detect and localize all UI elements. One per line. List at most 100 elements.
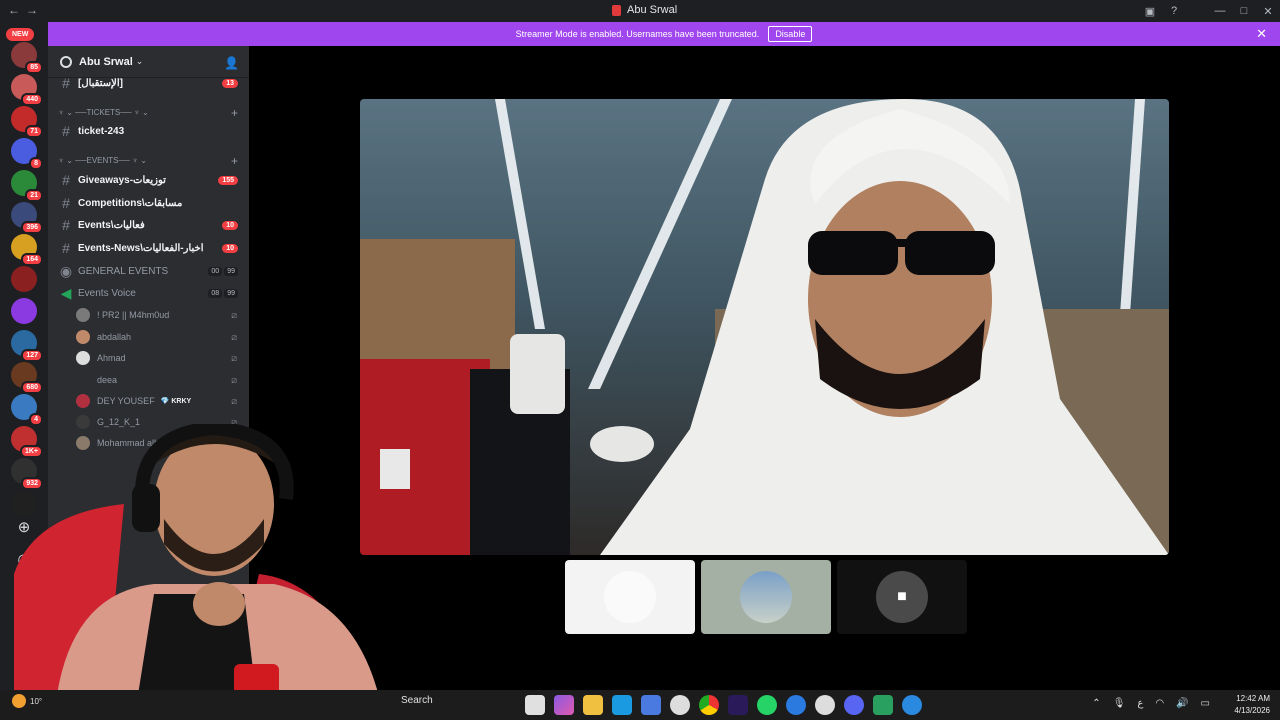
channel-competitions[interactable]: # Competitions\مسابقات [48, 192, 249, 214]
chevron-down-icon: ⌄ [135, 56, 144, 66]
avatar [740, 571, 792, 623]
whatsapp-icon[interactable] [757, 695, 777, 715]
title-bar: ←→ Abu Srwal ▣ ? — □ ✕ [0, 0, 1280, 22]
system-tray: ⌃ 🎙 ع ◠ 🔊 ▭ [1092, 698, 1210, 709]
server-icon[interactable]: 4 [11, 394, 43, 426]
server-icon[interactable]: 21 [11, 170, 43, 202]
voice-user[interactable]: ! PR2 || M4hm0ud ⧄ [76, 305, 248, 325]
close-button[interactable]: ✕ [1256, 5, 1280, 18]
app-icon[interactable] [902, 695, 922, 715]
text-channel-icon: # [62, 123, 70, 139]
music-icon[interactable] [815, 695, 835, 715]
voice-stage: ■ [249, 46, 1280, 690]
streamer-mode-banner: Streamer Mode is enabled. Usernames have… [48, 22, 1280, 46]
channel-general-events[interactable]: ◉ GENERAL EVENTS 00 99 [48, 260, 249, 282]
voice-user[interactable]: deea ⧄ [76, 370, 248, 390]
window-title: Abu Srwal [612, 4, 677, 16]
channel-ticket[interactable]: # ticket-243 [48, 120, 249, 142]
server-icon[interactable] [11, 266, 37, 292]
app-icon[interactable] [786, 695, 806, 715]
muted-mic-icon: ⧄ [231, 395, 237, 406]
server-icon[interactable]: 8 [11, 138, 43, 170]
taskbar: 10° Search ⌃ 🎙 ع ◠ 🔊 ▭ 12:42 AM 4/13/202… [0, 690, 1280, 720]
participant-tile[interactable] [701, 560, 831, 634]
inbox-icon[interactable]: ▣ [1138, 5, 1162, 18]
webcam-frame [14, 424, 384, 720]
server-avatar-icon [60, 55, 72, 68]
voice-user[interactable]: DEY YOUSEF 💎 KRKY ⧄ [76, 391, 248, 411]
server-icon[interactable]: 127 [11, 330, 43, 362]
add-channel-icon[interactable]: + [231, 106, 238, 120]
participant-tile[interactable]: ■ [837, 560, 967, 634]
store-icon[interactable] [641, 695, 661, 715]
text-channel-icon: # [62, 217, 70, 233]
server-icon[interactable]: 164 [11, 234, 43, 266]
voice-user[interactable]: Ahmad ⧄ [76, 348, 248, 368]
avatar [76, 373, 90, 387]
mic-icon[interactable]: 🎙 [1113, 698, 1126, 709]
voice-user[interactable]: abdallah ⧄ [76, 327, 248, 347]
weather-icon [12, 694, 26, 708]
weather-widget[interactable]: 10° [12, 694, 42, 708]
text-channel-icon: # [62, 195, 70, 211]
server-icon[interactable]: 396 [11, 202, 43, 234]
video-frame [360, 99, 1169, 555]
new-badge: NEW [6, 28, 35, 41]
camera-icon: ■ [876, 571, 928, 623]
invite-icon[interactable]: 👤 [224, 56, 239, 70]
category-events[interactable]: ♆ ⌄ ── EVENTS ── ♆ ⌄ + [58, 154, 248, 168]
chrome-icon[interactable] [699, 695, 719, 715]
avatar [76, 394, 90, 408]
channel-events-voice[interactable]: ◀ Events Voice 08 99 [48, 282, 249, 304]
channel-welcome[interactable]: # [الإستقبال] 13 [48, 72, 249, 94]
language-icon[interactable]: ع [1137, 698, 1143, 709]
maximize-button[interactable]: □ [1232, 5, 1256, 17]
edge-icon[interactable] [612, 695, 632, 715]
voice-channel-icon: ◀ [60, 284, 72, 301]
muted-mic-icon: ⧄ [231, 331, 237, 342]
channel-events-news[interactable]: # Events-News\أخبار-الفعاليات 10 [48, 237, 249, 259]
text-channel-icon: # [62, 172, 70, 188]
avatar [76, 308, 90, 322]
channel-events[interactable]: # Events\فعاليات 10 [48, 214, 249, 236]
disable-button[interactable]: Disable [768, 26, 813, 42]
clock[interactable]: 12:42 AM 4/13/2026 [1234, 693, 1270, 717]
premiere-icon[interactable] [728, 695, 748, 715]
user-tag: 💎 KRKY [160, 398, 192, 405]
search-box[interactable]: Search [401, 695, 433, 706]
avatar [76, 351, 90, 365]
category-tickets[interactable]: ♆ ⌄ ── TICKETS ── ♆ ⌄ + [58, 106, 248, 120]
main-video-feed[interactable] [360, 99, 1169, 555]
close-banner-icon[interactable]: ✕ [1256, 26, 1267, 42]
muted-mic-icon: ⧄ [231, 309, 237, 320]
announcement-channel-icon: # [62, 240, 70, 256]
file-explorer-icon[interactable] [583, 695, 603, 715]
server-icon[interactable]: 440 [11, 74, 43, 106]
app-icon [612, 4, 621, 16]
stage-channel-icon: ◉ [59, 262, 73, 279]
task-view-icon[interactable] [525, 695, 545, 715]
taskbar-apps [525, 695, 922, 715]
help-icon[interactable]: ? [1162, 5, 1186, 17]
channel-giveaways[interactable]: # Giveaways-توزيعات 155 [48, 169, 249, 191]
volume-icon[interactable]: 🔊 [1176, 698, 1188, 709]
server-icon[interactable] [11, 298, 37, 324]
participant-tile[interactable] [565, 560, 695, 634]
chevron-up-icon[interactable]: ⌃ [1092, 698, 1100, 709]
battery-icon[interactable]: ▭ [1201, 698, 1210, 709]
nav-arrows[interactable]: ←→ [8, 3, 44, 17]
app-icon[interactable] [670, 695, 690, 715]
text-channel-icon: # [62, 75, 70, 91]
server-icon[interactable]: 85 [11, 42, 43, 74]
avatar [76, 330, 90, 344]
server-icon[interactable]: 680 [11, 362, 43, 394]
streamer-webcam-overlay [14, 424, 394, 720]
add-channel-icon[interactable]: + [231, 154, 238, 168]
minimize-button[interactable]: — [1208, 5, 1232, 17]
app-icon[interactable] [873, 695, 893, 715]
discord-icon[interactable] [844, 695, 864, 715]
copilot-icon[interactable] [554, 695, 574, 715]
server-icon[interactable]: 71 [11, 106, 43, 138]
muted-mic-icon: ⧄ [231, 352, 237, 363]
wifi-icon[interactable]: ◠ [1155, 698, 1164, 709]
